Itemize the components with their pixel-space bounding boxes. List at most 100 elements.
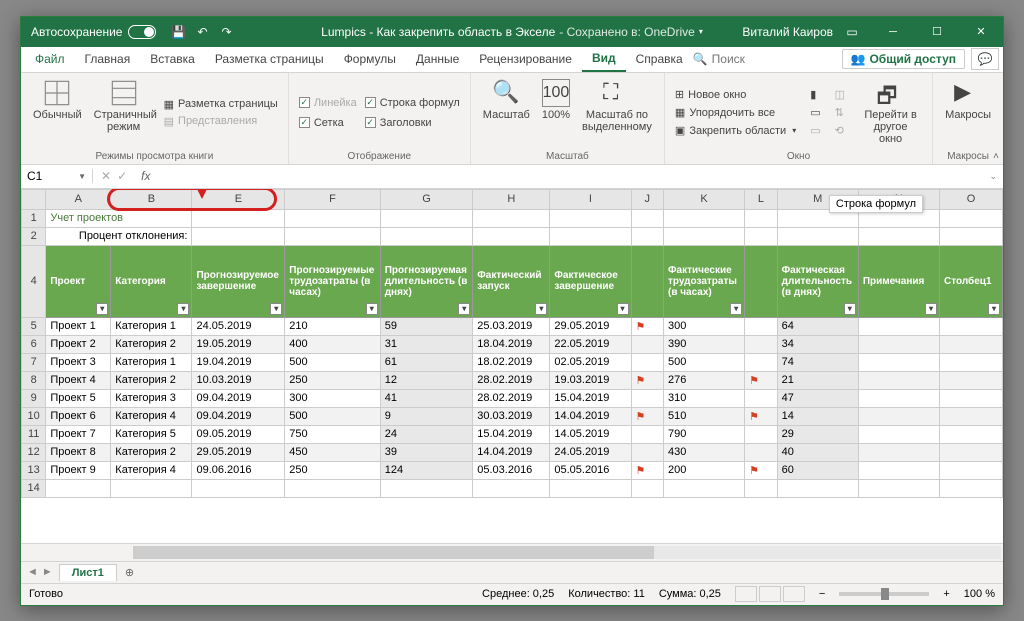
table-cell[interactable]: 500	[285, 353, 380, 371]
table-cell[interactable]: Проект 2	[46, 335, 111, 353]
table-cell[interactable]: 19.03.2019	[550, 371, 631, 389]
table-header-7[interactable]	[631, 245, 663, 317]
table-cell[interactable]	[858, 443, 939, 461]
row-header-6[interactable]: 6	[22, 335, 46, 353]
table-cell[interactable]: 39	[380, 443, 473, 461]
custom-views-button[interactable]: ▤Представления	[162, 114, 280, 129]
table-cell[interactable]: Проект 6	[46, 407, 111, 425]
table-cell[interactable]	[745, 353, 777, 371]
user-name[interactable]: Виталий Каиров	[742, 25, 833, 39]
macros-button[interactable]: ▶Макросы	[941, 77, 995, 149]
freeze-panes-button[interactable]: ▣Закрепить области▾	[673, 123, 798, 138]
table-cell[interactable]: 09.04.2019	[192, 389, 285, 407]
minimize-button[interactable]: ─	[871, 17, 915, 47]
table-cell[interactable]	[939, 317, 1002, 335]
tab-layout[interactable]: Разметка страницы	[205, 46, 334, 72]
table-cell[interactable]: 22.05.2019	[550, 335, 631, 353]
table-cell[interactable]: 300	[285, 389, 380, 407]
table-cell[interactable]: 09.05.2019	[192, 425, 285, 443]
table-cell[interactable]: 12	[380, 371, 473, 389]
table-cell[interactable]: 124	[380, 461, 473, 479]
table-cell[interactable]	[858, 335, 939, 353]
table-cell[interactable]: 29	[777, 425, 858, 443]
table-cell[interactable]	[858, 389, 939, 407]
table-cell[interactable]	[745, 425, 777, 443]
switch-windows-button[interactable]: 🗗Перейти в другое окно	[857, 77, 924, 149]
table-cell[interactable]: 34	[777, 335, 858, 353]
table-cell[interactable]: 500	[285, 407, 380, 425]
tab-nav-next-icon[interactable]: ►	[42, 566, 53, 578]
zoom-slider[interactable]	[839, 592, 929, 596]
row-header-12[interactable]: 12	[22, 443, 46, 461]
table-cell[interactable]: 19.05.2019	[192, 335, 285, 353]
row-header-8[interactable]: 8	[22, 371, 46, 389]
table-cell[interactable]: 200	[664, 461, 745, 479]
fx-icon[interactable]: fx	[135, 169, 156, 183]
table-cell[interactable]	[939, 353, 1002, 371]
hide-button[interactable]: ▭	[808, 105, 822, 120]
col-header-F[interactable]: F	[285, 189, 380, 209]
table-cell[interactable]: 60	[777, 461, 858, 479]
table-cell[interactable]	[858, 425, 939, 443]
table-cell[interactable]: 14.05.2019	[550, 425, 631, 443]
table-cell[interactable]: Категория 5	[111, 425, 192, 443]
filter-icon[interactable]: ▾	[535, 303, 547, 315]
table-cell[interactable]	[631, 425, 663, 443]
redo-icon[interactable]: ↷	[218, 24, 234, 40]
tab-file[interactable]: Файл	[25, 46, 75, 72]
row-header-4[interactable]: 4	[22, 245, 46, 317]
table-cell[interactable]: Категория 2	[111, 335, 192, 353]
gridlines-check[interactable]: Сетка	[297, 116, 359, 130]
row-header-7[interactable]: 7	[22, 353, 46, 371]
table-cell[interactable]	[939, 389, 1002, 407]
table-header-6[interactable]: Фактическое завершение▾	[550, 245, 631, 317]
table-cell[interactable]	[858, 353, 939, 371]
search-box[interactable]: 🔍 Поиск	[693, 52, 745, 66]
row-header-13[interactable]: 13	[22, 461, 46, 479]
table-cell[interactable]: 05.03.2016	[473, 461, 550, 479]
table-cell[interactable]	[745, 443, 777, 461]
table-cell[interactable]: 276	[664, 371, 745, 389]
filter-icon[interactable]: ▾	[617, 303, 629, 315]
tab-formulas[interactable]: Формулы	[334, 46, 406, 72]
table-cell[interactable]: 210	[285, 317, 380, 335]
sheet-subtitle[interactable]: Процент отклонения:	[46, 227, 192, 245]
col-header-A[interactable]: A	[46, 189, 111, 209]
table-cell[interactable]: 28.02.2019	[473, 371, 550, 389]
table-cell[interactable]: Категория 4	[111, 461, 192, 479]
table-cell[interactable]: Категория 4	[111, 407, 192, 425]
table-cell[interactable]	[745, 317, 777, 335]
table-cell[interactable]: 9	[380, 407, 473, 425]
comments-button[interactable]: 💬	[971, 48, 999, 70]
filter-icon[interactable]: ▾	[844, 303, 856, 315]
table-cell[interactable]: 29.05.2019	[550, 317, 631, 335]
table-cell[interactable]: 74	[777, 353, 858, 371]
table-cell[interactable]: 15.04.2019	[473, 425, 550, 443]
table-cell[interactable]: 19.04.2019	[192, 353, 285, 371]
maximize-button[interactable]: ☐	[915, 17, 959, 47]
table-cell[interactable]: 10.03.2019	[192, 371, 285, 389]
table-header-8[interactable]: Фактические трудозатраты (в часах)▾	[664, 245, 745, 317]
close-button[interactable]: ✕	[959, 17, 1003, 47]
table-cell[interactable]	[631, 335, 663, 353]
table-cell[interactable]: 40	[777, 443, 858, 461]
table-cell[interactable]: 28.02.2019	[473, 389, 550, 407]
table-header-11[interactable]: Примечания▾	[858, 245, 939, 317]
chevron-down-icon[interactable]: ▼	[78, 172, 86, 181]
zoom-selection-button[interactable]: ⛶Масштаб по выделенному	[578, 77, 656, 149]
col-header-B[interactable]: B	[111, 189, 192, 209]
table-cell[interactable]: 250	[285, 461, 380, 479]
share-button[interactable]: 👥 Общий доступ	[842, 49, 965, 69]
filter-icon[interactable]: ▾	[988, 303, 1000, 315]
table-cell[interactable]: 310	[664, 389, 745, 407]
zoom-level[interactable]: 100 %	[964, 588, 995, 600]
pagebreak-view-button[interactable]: Страничный режим	[90, 77, 158, 149]
table-cell[interactable]	[939, 461, 1002, 479]
table-cell[interactable]: ⚑	[631, 317, 663, 335]
table-cell[interactable]	[858, 407, 939, 425]
table-cell[interactable]: 450	[285, 443, 380, 461]
filter-icon[interactable]: ▾	[925, 303, 937, 315]
table-cell[interactable]: 14.04.2019	[550, 407, 631, 425]
table-cell[interactable]: 61	[380, 353, 473, 371]
table-cell[interactable]: 47	[777, 389, 858, 407]
